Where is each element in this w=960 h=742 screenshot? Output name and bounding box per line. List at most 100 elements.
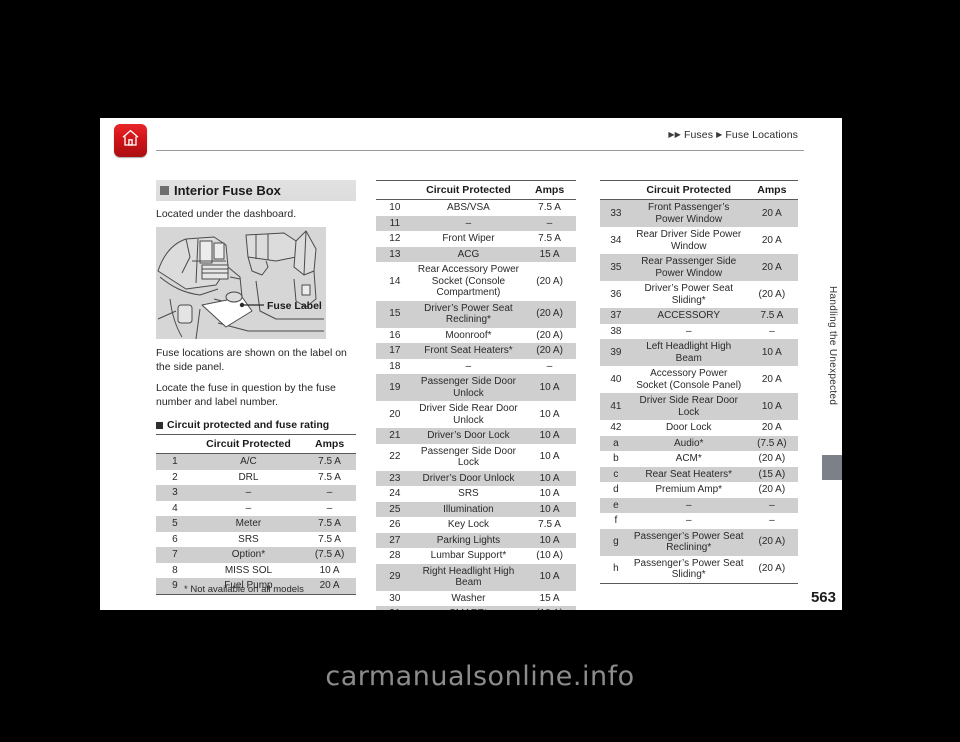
cell-circuit-protected: Right Headlight High Beam — [413, 563, 524, 591]
table-row: 30 Washer 15 A — [376, 591, 576, 607]
column-left: Interior Fuse Box Located under the dash… — [156, 180, 356, 595]
table-header-row: Circuit Protected Amps — [156, 434, 356, 454]
col-header-circuit: Circuit Protected — [193, 434, 304, 454]
cell-circuit-protected: – — [685, 515, 692, 526]
cell-circuit-protected: Passenger’s Power Seat Sliding* — [631, 555, 746, 584]
cell-circuit-protected: Rear Accessory Power Socket (Console Com… — [417, 264, 520, 298]
col-header-amps: Amps — [303, 434, 356, 454]
watermark-text: carmanualsonline.info — [325, 660, 635, 692]
cell-fuse-number: 28 — [389, 550, 401, 561]
cell-circuit-protected: Door Lock — [665, 422, 712, 433]
breadcrumb-item-fuses[interactable]: Fuses — [684, 129, 713, 141]
cell-amps: 10 A — [523, 532, 576, 548]
watermark-bar: carmanualsonline.info — [0, 610, 960, 742]
table-row: 19 Passenger Side Door Unlock 10 A — [376, 374, 576, 401]
cell-amps: 10 A — [539, 451, 560, 463]
cell-fuse-number: 24 — [389, 488, 401, 499]
cell-circuit-protected: Parking Lights — [413, 532, 524, 548]
cell-fuse-number: 38 — [610, 325, 622, 337]
cell-amps: – — [769, 325, 775, 337]
table-row: g Passenger’s Power Seat Reclining* (20 A) — [600, 528, 798, 556]
home-button[interactable] — [114, 124, 147, 157]
cell-circuit-protected: Rear Seat Heaters* — [631, 466, 746, 482]
manual-page: ▶▶ Fuses ▶ Fuse Locations Interior Fuse … — [100, 118, 842, 638]
cell-amps: 10 A — [539, 408, 560, 420]
cell-circuit-protected: Washer — [451, 592, 486, 604]
cell-amps: 20 A — [761, 234, 782, 246]
breadcrumb[interactable]: ▶▶ Fuses ▶ Fuse Locations — [668, 129, 798, 141]
intro-text: Located under the dashboard. — [156, 208, 297, 220]
table-row: 28 Lumbar Support* (10 A) — [376, 548, 576, 564]
table-row: b ACM* (20 A) — [600, 451, 798, 467]
cell-fuse-number: 4 — [172, 502, 178, 514]
cell-fuse-number: 10 — [389, 202, 401, 213]
table-row: 34 Rear Driver Side Power Window 20 A — [600, 227, 798, 254]
section-title: Interior Fuse Box — [174, 183, 281, 198]
cell-amps: 7.5 A — [538, 233, 561, 244]
table-row: a Audio* (7.5 A) — [600, 435, 798, 451]
cell-circuit-protected: Rear Driver Side Power Window — [636, 229, 742, 252]
cell-circuit-protected: DRL — [238, 471, 259, 483]
table-row: 21 Driver’s Door Lock 10 A — [376, 428, 576, 444]
table-row: 27 Parking Lights 10 A — [376, 532, 576, 548]
table-row: 20 Driver Side Rear Door Unlock 10 A — [376, 401, 576, 428]
cell-circuit-protected: Left Headlight High Beam — [631, 339, 746, 366]
cell-circuit-protected: – — [193, 485, 304, 501]
table-row: e – – — [600, 497, 798, 513]
cell-fuse-number: 34 — [610, 234, 622, 246]
cell-amps: 10 A — [539, 488, 560, 499]
cell-fuse-number: 1 — [156, 453, 194, 470]
cell-circuit-protected: MISS SOL — [224, 564, 273, 576]
table-row: 12 Front Wiper 7.5 A — [376, 231, 576, 247]
cell-fuse-number: a — [600, 435, 632, 451]
fuse-table-left-wrap: Circuit Protected Amps 1 A/C 7.5 A 2 DRL 7.5 … — [156, 434, 356, 595]
table-row: 1 A/C 7.5 A — [156, 453, 356, 470]
cell-fuse-number: 19 — [376, 374, 414, 401]
cell-circuit-protected: Premium Amp* — [655, 484, 723, 495]
table-row: 42 Door Lock 20 A — [600, 420, 798, 436]
cell-fuse-number: 8 — [172, 564, 178, 576]
col-header-circuit: Circuit Protected — [413, 180, 524, 200]
cell-amps: 10 A — [319, 564, 340, 576]
square-bullet-icon — [156, 421, 163, 429]
breadcrumb-item-fuse-locations[interactable]: Fuse Locations — [725, 129, 798, 141]
table-row: f – – — [600, 513, 798, 529]
cell-fuse-number: 16 — [389, 329, 401, 341]
cell-circuit-protected: ABS/VSA — [447, 202, 490, 213]
table-row: 13 ACG 15 A — [376, 246, 576, 262]
table-row: 26 Key Lock 7.5 A — [376, 517, 576, 533]
cell-circuit-protected: Passenger Side Door Unlock — [413, 374, 524, 401]
square-bullet-icon — [160, 186, 169, 195]
cell-amps: 20 A — [761, 373, 782, 385]
cell-fuse-number: h — [600, 555, 632, 584]
cell-fuse-number: 35 — [600, 254, 632, 281]
cell-fuse-number: 37 — [600, 308, 632, 324]
cell-amps: – — [546, 360, 553, 372]
cell-circuit-protected: Moonroof* — [445, 329, 492, 341]
col-header-amps: Amps — [523, 180, 576, 200]
cell-circuit-protected: Driver’s Power Seat Reclining* — [413, 300, 524, 328]
cell-fuse-number: 22 — [389, 451, 401, 463]
col-header-number — [376, 180, 414, 200]
table-row: 37 ACCESSORY 7.5 A — [600, 308, 798, 324]
col-header-circuit: Circuit Protected — [631, 180, 746, 200]
cell-amps: 7.5 A — [303, 453, 356, 470]
table-row: 40 Accessory Power Socket (Console Panel)… — [600, 366, 798, 393]
cell-fuse-number: g — [600, 528, 632, 556]
table-row: 24 SRS 10 A — [376, 486, 576, 502]
table-header-row: Circuit Protected Amps — [600, 180, 798, 200]
table-row: 29 Right Headlight High Beam 10 A — [376, 563, 576, 591]
cell-fuse-number: 12 — [389, 233, 401, 244]
cell-fuse-number: 17 — [376, 343, 414, 359]
cell-fuse-number: 7 — [156, 547, 194, 563]
cell-amps: 10 A — [745, 339, 798, 366]
table-row: 7 Option* (7.5 A) — [156, 547, 356, 563]
fuse-table-middle: Circuit Protected Amps 10 ABS/VSA 7.5 A 11–… — [376, 180, 576, 638]
cell-circuit-protected: – — [685, 325, 692, 337]
cell-circuit-protected: ACCESSORY — [631, 308, 746, 324]
cell-circuit-protected: Front Wiper — [442, 233, 495, 244]
cell-amps: (20 A) — [536, 329, 563, 341]
section-heading-interior-fuse-box: Interior Fuse Box — [156, 180, 356, 201]
table-row: 41 Driver Side Rear Door Lock 10 A — [600, 393, 798, 420]
cell-amps: – — [769, 515, 775, 526]
